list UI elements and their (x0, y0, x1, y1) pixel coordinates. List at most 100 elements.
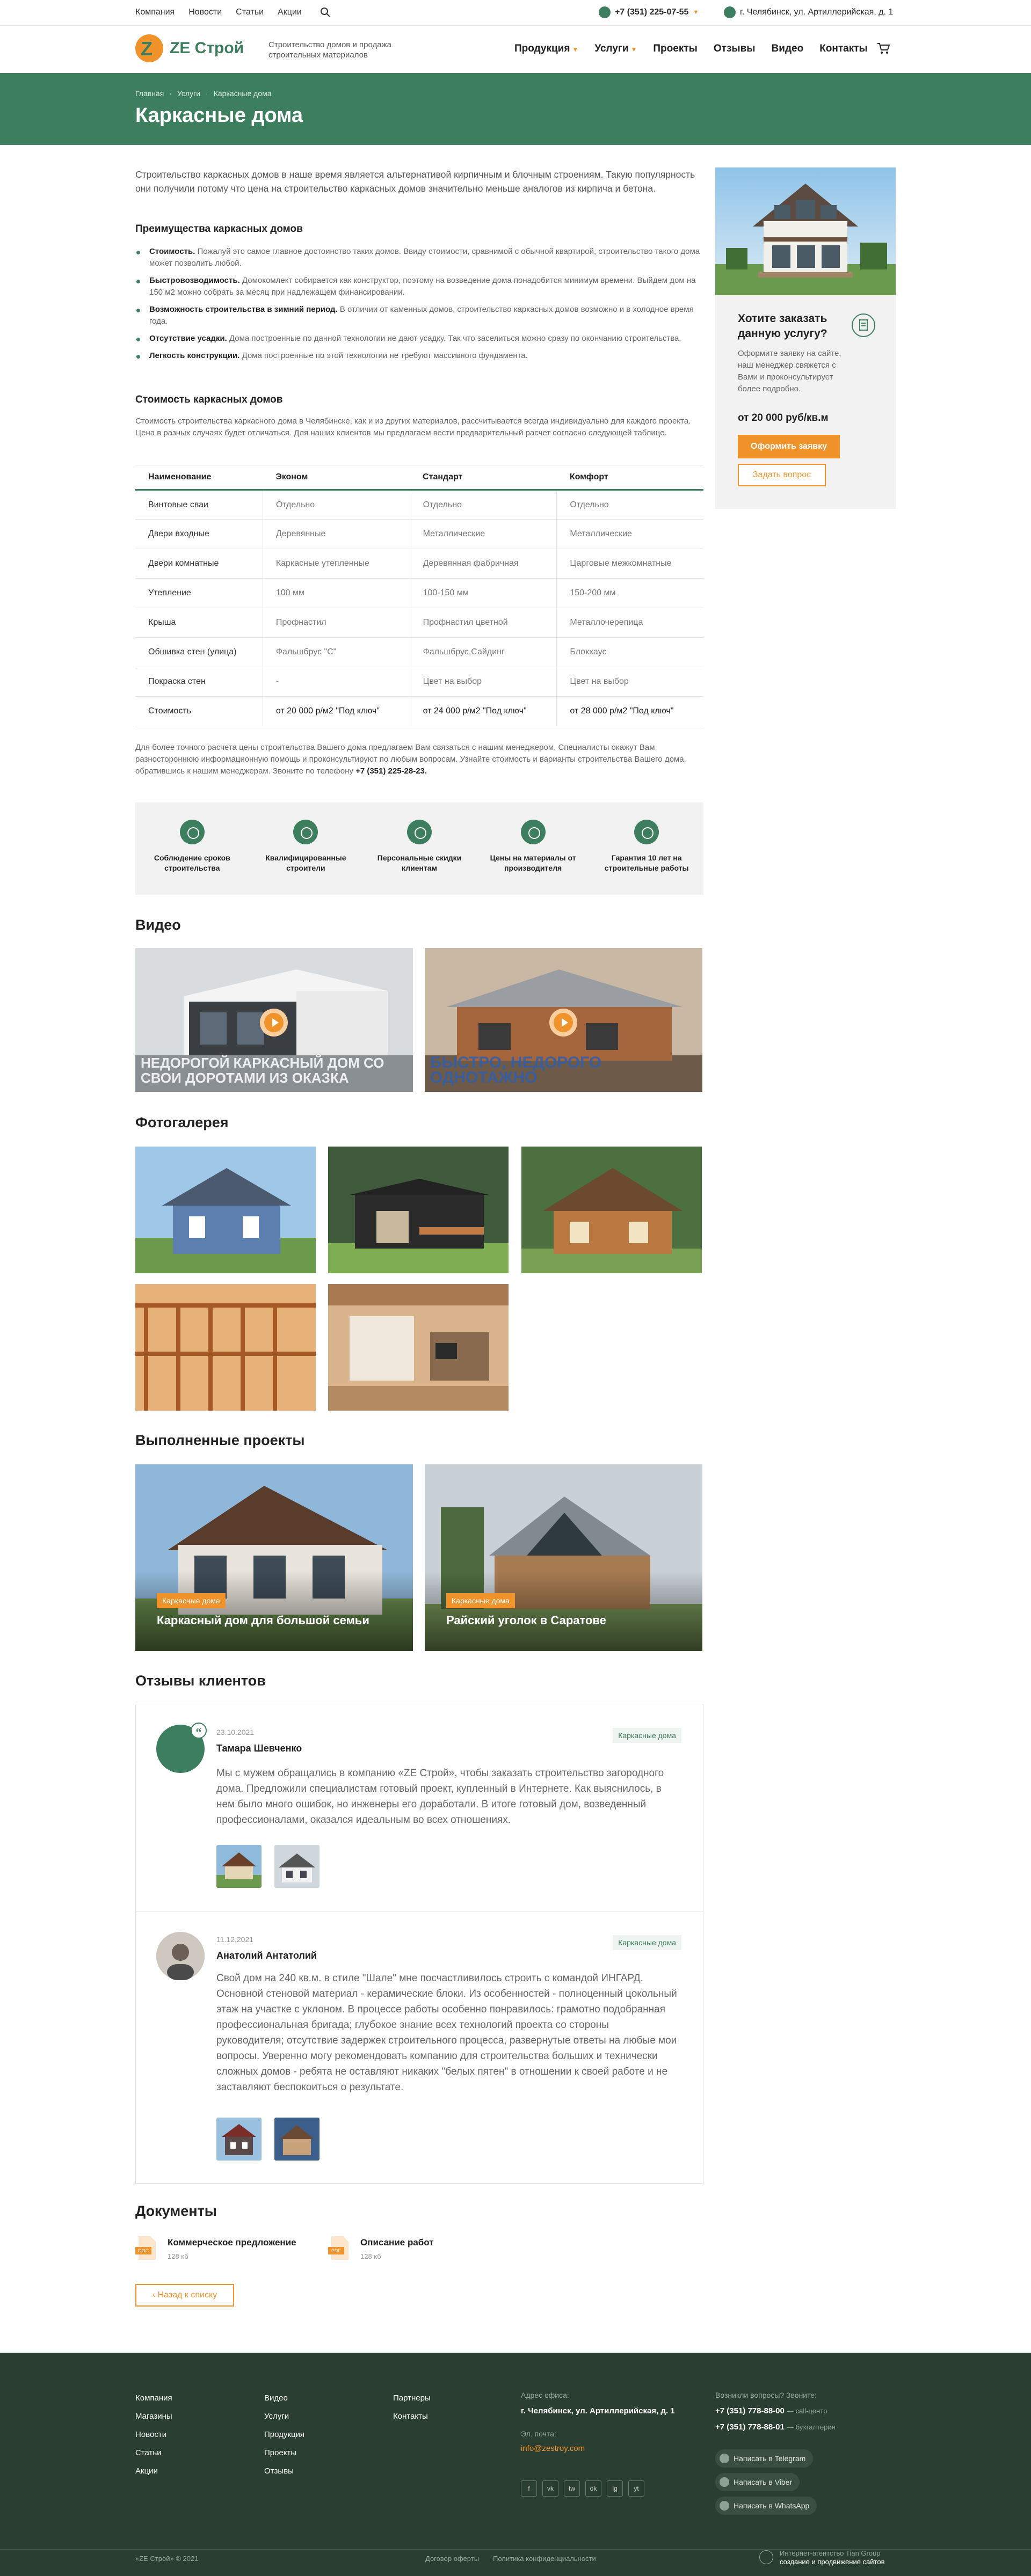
footer-link[interactable]: Статьи (135, 2444, 172, 2462)
video-card[interactable]: Недорогой каркасный дом со свои доротами… (135, 948, 413, 1092)
footer-link[interactable]: Проекты (264, 2444, 304, 2462)
top-link-articles[interactable]: Статьи (236, 8, 264, 17)
agency-credit[interactable]: Интернет-агентство Tian Group создание и … (780, 2549, 885, 2566)
category-badge[interactable]: Каркасные дома (157, 1593, 226, 1608)
table-note-phone[interactable]: +7 (351) 225-28-23. (355, 767, 427, 776)
breadcrumb-services[interactable]: Услуги (177, 89, 200, 98)
table-header: Комфорт (556, 465, 703, 491)
search-icon[interactable] (320, 7, 331, 18)
feature-item: Персональные скидки клиентам (374, 820, 465, 873)
table-cell: Царговые межкомнатные (556, 549, 703, 579)
footer-link[interactable]: Магазины (135, 2407, 172, 2426)
odnoklassniki-icon[interactable]: ok (585, 2480, 601, 2497)
document-size: 128 кб (360, 2252, 381, 2260)
project-title[interactable]: Каркасный дом для большой семьи (157, 1614, 369, 1628)
category-badge[interactable]: Каркасные дома (446, 1593, 515, 1608)
review-photo[interactable] (216, 2118, 262, 2161)
top-link-promos[interactable]: Акции (278, 8, 302, 17)
review-photo[interactable] (216, 1845, 262, 1888)
footer-link[interactable]: Компания (135, 2389, 172, 2407)
review-tag[interactable]: Каркасные дома (613, 1728, 681, 1743)
project-card[interactable]: Каркасные дома Райский уголок в Саратове (425, 1464, 702, 1651)
footer-link[interactable]: Отзывы (264, 2462, 304, 2480)
nav-reviews[interactable]: Отзывы (714, 43, 756, 55)
footer-phone-2[interactable]: +7 (351) 778-88-01 — бухгалтерия (715, 2421, 896, 2433)
table-cell: Каркасные утепленные (263, 549, 410, 579)
table-cell: Двери комнатные (135, 549, 263, 579)
table-cell: Профнастил цветной (410, 608, 557, 638)
project-title[interactable]: Райский уголок в Саратове (446, 1614, 606, 1628)
document-item[interactable]: PDF Описание работ 128 кб (328, 2235, 434, 2261)
review-tag[interactable]: Каркасные дома (613, 1935, 681, 1950)
footer-link[interactable]: Контакты (393, 2407, 431, 2426)
youtube-icon[interactable]: yt (628, 2480, 644, 2497)
footer-phone-1[interactable]: +7 (351) 778-88-00 — call-центр (715, 2405, 896, 2417)
footer-col-1: Компания Магазины Новости Статьи Акции (135, 2389, 172, 2480)
gallery-photo[interactable] (328, 1284, 509, 1411)
table-cell: 150-200 мм (556, 578, 703, 608)
top-phone-number: +7 (351) 225-07-55 (615, 8, 689, 17)
twitter-icon[interactable]: tw (564, 2480, 580, 2497)
gallery-photo[interactable] (328, 1147, 509, 1273)
footer-link[interactable]: Видео (264, 2389, 304, 2407)
doc-file-icon: DOC (135, 2235, 159, 2261)
review-photo[interactable] (274, 1845, 320, 1888)
feature-item: Квалифицированные строители (260, 820, 351, 873)
house-image (715, 167, 896, 295)
nav-services[interactable]: Услуги ▼ (594, 43, 637, 55)
gallery-photo[interactable] (521, 1147, 702, 1273)
review-author: Тамара Шевченко (216, 1743, 302, 1754)
whatsapp-button[interactable]: Написать в WhatsApp (715, 2497, 817, 2515)
footer-link[interactable]: Новости (135, 2426, 172, 2444)
cart-icon[interactable] (876, 42, 890, 55)
gallery-photo[interactable] (135, 1284, 316, 1411)
features-bar: Соблюдение сроков строительства Квалифиц… (135, 802, 703, 895)
project-card[interactable]: Каркасные дома Каркасный дом для большой… (135, 1464, 413, 1651)
breadcrumb-home[interactable]: Главная (135, 89, 164, 98)
nav-contacts[interactable]: Контакты (819, 43, 868, 55)
viber-button[interactable]: Написать в Viber (715, 2473, 800, 2491)
document-item[interactable]: DOC Коммерческое предложение 128 кб (135, 2235, 296, 2261)
table-cell: Обшивка стен (улица) (135, 637, 263, 667)
facebook-icon[interactable]: f (521, 2480, 537, 2497)
order-card-title: Хотите заказать данную услугу? (738, 312, 827, 340)
project-overlay (135, 1571, 413, 1651)
telegram-button[interactable]: Написать в Telegram (715, 2449, 814, 2468)
gallery-photo[interactable] (135, 1147, 316, 1273)
footer-email[interactable]: info@zestroy.com (521, 2443, 677, 2455)
telegram-icon (720, 2454, 729, 2463)
table-row: Обшивка стен (улица) Фальшбрус "С" Фальшбр… (135, 637, 703, 667)
review-photo[interactable] (274, 2118, 320, 2161)
footer: Компания Магазины Новости Статьи Акции В… (0, 2353, 1031, 2576)
table-cell: 100 мм (263, 578, 410, 608)
play-button[interactable] (549, 1009, 577, 1037)
instagram-icon[interactable]: ig (607, 2480, 623, 2497)
footer-link[interactable]: Услуги (264, 2407, 304, 2426)
footer-link[interactable]: Партнеры (393, 2389, 431, 2407)
ask-question-button[interactable]: Задать вопрос (738, 464, 826, 486)
videos-title: Видео (135, 917, 181, 933)
back-to-list-button[interactable]: ‹ Назад к списку (135, 2284, 234, 2307)
offer-link[interactable]: Договор оферты (425, 2555, 479, 2563)
vk-icon[interactable]: vk (542, 2480, 558, 2497)
footer-link[interactable]: Продукция (264, 2426, 304, 2444)
order-button[interactable]: Оформить заявку (738, 435, 840, 458)
document-title: Описание работ (360, 2237, 434, 2247)
logo[interactable]: Z ZE Строй (135, 34, 244, 62)
nav-video[interactable]: Видео (772, 43, 804, 55)
privacy-link[interactable]: Политика конфиденциальности (493, 2555, 596, 2563)
table-cell: Блокхаус (556, 637, 703, 667)
top-link-company[interactable]: Компания (135, 8, 175, 17)
play-button[interactable] (260, 1009, 288, 1037)
nav-products[interactable]: Продукция ▼ (514, 43, 578, 55)
table-cell: Цвет на выбор (556, 667, 703, 697)
nav-projects[interactable]: Проекты (653, 43, 697, 55)
top-phone[interactable]: +7 (351) 225-07-55 ▼ (599, 6, 699, 18)
video-card[interactable]: Быстро, недорого однотажно (425, 948, 702, 1092)
project-overlay (425, 1571, 702, 1651)
footer-col-2: Видео Услуги Продукция Проекты Отзывы (264, 2389, 304, 2480)
footer-link[interactable]: Акции (135, 2462, 172, 2480)
top-link-news[interactable]: Новости (188, 8, 222, 17)
table-row: Стоимость от 20 000 р/м2 "Под ключ" от 24 … (135, 696, 703, 726)
review-date: 23.10.2021 (216, 1728, 255, 1736)
